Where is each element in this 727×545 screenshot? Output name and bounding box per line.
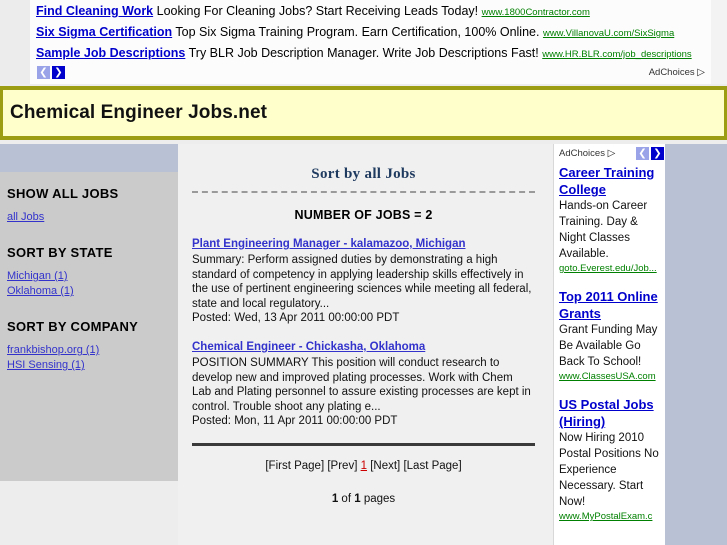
solid-divider	[192, 443, 535, 446]
right-page-background	[665, 144, 727, 545]
pager-next-page[interactable]: [Next]	[370, 460, 400, 472]
pager-page-count: 1 of 1 pages	[192, 493, 535, 505]
pager-last-page[interactable]: [Last Page]	[403, 460, 461, 472]
sidebar-item-michigan[interactable]: Michigan (1)	[0, 269, 178, 283]
right-rail-pager-arrows: ❮ ❯	[636, 147, 664, 160]
adchoices-top[interactable]: AdChoices ▷	[649, 67, 705, 78]
rail-ad-description: Hands-on Career Training. Day & Night Cl…	[559, 200, 648, 260]
pager-count-suffix: pages	[360, 493, 396, 505]
job-title-link[interactable]: Plant Engineering Manager - kalamazoo, M…	[192, 237, 535, 252]
sidebar-item-hsi-sensing[interactable]: HSI Sensing (1)	[0, 358, 178, 372]
top-ad-item: Find Cleaning Work Looking For Cleaning …	[36, 4, 590, 20]
sidebar-heading: SORT BY STATE	[7, 245, 113, 260]
rail-ad-item: Career Training College Hands-on Career …	[554, 164, 665, 275]
job-posted-date: Posted: Mon, 11 Apr 2011 00:00:00 PDT	[192, 415, 398, 427]
top-ad-title-link[interactable]: Sample Job Descriptions	[36, 46, 185, 60]
adchoices-label: AdChoices	[559, 148, 605, 159]
top-ad-description: Looking For Cleaning Jobs? Start Receivi…	[156, 4, 479, 18]
job-count-label: NUMBER OF JOBS = 2	[294, 208, 433, 222]
sidebar-item-frankbishop[interactable]: frankbishop.org (1)	[0, 343, 178, 357]
adchoices-triangle-icon: ▷	[607, 148, 616, 159]
content-area: SHOW ALL JOBS all Jobs SORT BY STATE Mic…	[0, 144, 727, 545]
top-ad-right-gutter	[711, 0, 727, 84]
job-summary: POSITION SUMMARY This position will cond…	[192, 357, 531, 413]
rail-ad-url-link[interactable]: www.ClassesUSA.com	[559, 370, 661, 383]
adchoices-triangle-icon: ▷	[697, 67, 705, 78]
rail-ad-url-link[interactable]: goto.Everest.edu/Job...	[559, 262, 661, 275]
sidebar-group-show-all-jobs: SHOW ALL JOBS all Jobs	[0, 186, 178, 224]
adchoices-rail[interactable]: AdChoices ▷	[559, 148, 615, 159]
sidebar-item-oklahoma[interactable]: Oklahoma (1)	[0, 284, 178, 298]
rail-ad-item: US Postal Jobs (Hiring) Now Hiring 2010 …	[554, 396, 665, 523]
right-ad-rail: AdChoices ▷ ❮ ❯ Career Training College …	[553, 144, 665, 545]
sidebar-top-block	[0, 144, 178, 172]
rail-ad-description: Now Hiring 2010 Postal Positions No Expe…	[559, 432, 659, 508]
sort-title: Sort by all Jobs	[311, 166, 416, 182]
top-ad-url-link[interactable]: www.VillanovaU.com/SixSigma	[543, 28, 674, 39]
site-header-banner: Chemical Engineer Jobs.net	[0, 86, 727, 140]
top-ad-url-link[interactable]: www.1800Contractor.com	[482, 7, 590, 18]
page-title: Chemical Engineer Jobs.net	[10, 102, 268, 123]
rail-ad-title-link[interactable]: Career Training College	[559, 164, 661, 198]
top-ad-title-link[interactable]: Six Sigma Certification	[36, 25, 172, 39]
pager-count-middle: of	[338, 493, 355, 505]
job-posted-date: Posted: Wed, 13 Apr 2011 00:00:00 PDT	[192, 312, 400, 324]
pager-prev-page[interactable]: [Prev]	[327, 460, 357, 472]
top-ad-item: Six Sigma Certification Top Six Sigma Tr…	[36, 25, 674, 41]
job-title-link[interactable]: Chemical Engineer - Chickasha, Oklahoma	[192, 340, 535, 355]
right-rail-header: AdChoices ▷ ❮ ❯	[554, 144, 665, 164]
job-listing: Plant Engineering Manager - kalamazoo, M…	[192, 237, 535, 326]
rail-ad-title-link[interactable]: Top 2011 Online Grants	[559, 288, 661, 322]
rail-ad-item: Top 2011 Online Grants Grant Funding May…	[554, 288, 665, 383]
rail-ad-description: Grant Funding May Be Available Go Back T…	[559, 324, 658, 368]
job-summary: Summary: Perform assigned duties by demo…	[192, 254, 532, 310]
chevron-right-icon[interactable]: ❯	[52, 66, 65, 79]
chevron-right-icon[interactable]: ❯	[651, 147, 664, 160]
top-ad-title-link[interactable]: Find Cleaning Work	[36, 4, 153, 18]
top-ad-description: Try BLR Job Description Manager. Write J…	[188, 46, 539, 60]
pager-first-page[interactable]: [First Page]	[265, 460, 324, 472]
sidebar-group-sort-by-state: SORT BY STATE Michigan (1) Oklahoma (1)	[0, 245, 178, 298]
pagination-controls: [First Page] [Prev] 1 [Next] [Last Page]	[192, 460, 535, 472]
dashed-divider	[192, 191, 535, 193]
sidebar-heading: SORT BY COMPANY	[7, 319, 139, 334]
chevron-left-icon[interactable]: ❮	[636, 147, 649, 160]
main-column: Sort by all Jobs NUMBER OF JOBS = 2 Plan…	[178, 144, 549, 545]
job-listing: Chemical Engineer - Chickasha, Oklahoma …	[192, 340, 535, 429]
adchoices-label: AdChoices	[648, 67, 695, 78]
rail-ad-title-link[interactable]: US Postal Jobs (Hiring)	[559, 396, 661, 430]
sidebar-heading: SHOW ALL JOBS	[7, 186, 119, 201]
top-ad-description: Top Six Sigma Training Program. Earn Cer…	[175, 25, 540, 39]
chevron-left-icon[interactable]: ❮	[37, 66, 50, 79]
left-sidebar: SHOW ALL JOBS all Jobs SORT BY STATE Mic…	[0, 144, 178, 481]
pager-current-page[interactable]: 1	[361, 460, 367, 472]
top-ad-left-gutter	[0, 0, 30, 84]
sidebar-group-sort-by-company: SORT BY COMPANY frankbishop.org (1) HSI …	[0, 319, 178, 372]
sidebar-body: SHOW ALL JOBS all Jobs SORT BY STATE Mic…	[0, 172, 178, 393]
top-ad-pager-arrows: ❮ ❯	[37, 66, 65, 79]
rail-ad-url-link[interactable]: www.MyPostalExam.c	[559, 510, 661, 523]
top-ad-banner: Find Cleaning Work Looking For Cleaning …	[0, 0, 727, 84]
sidebar-item-all-jobs[interactable]: all Jobs	[0, 210, 178, 224]
top-ad-item: Sample Job Descriptions Try BLR Job Desc…	[36, 46, 692, 62]
top-ad-url-link[interactable]: www.HR.BLR.com/job_descriptions	[542, 49, 691, 60]
